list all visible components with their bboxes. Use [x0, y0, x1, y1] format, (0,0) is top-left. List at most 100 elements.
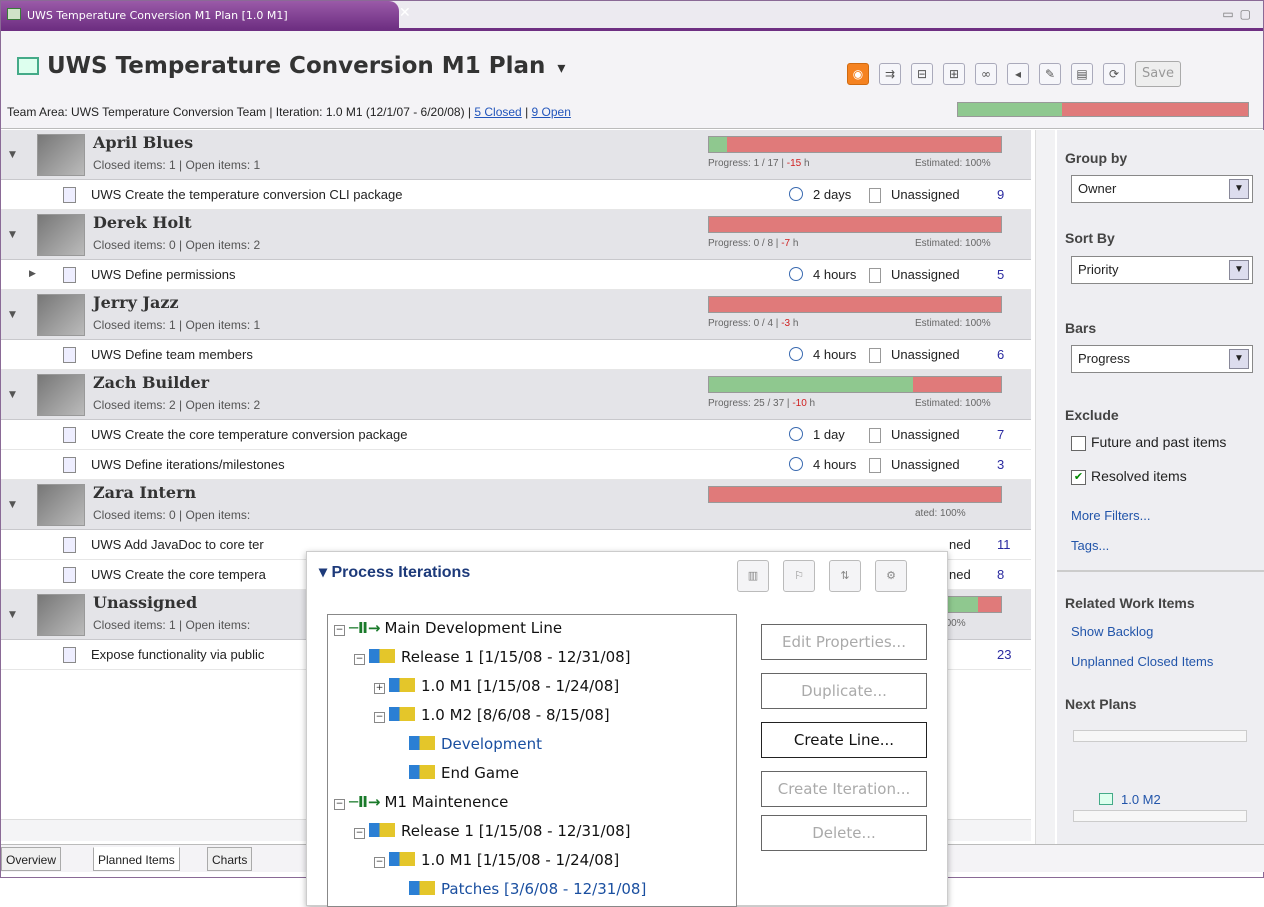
- collapse-triangle-icon[interactable]: ▼: [9, 230, 16, 240]
- work-item-summary[interactable]: Expose functionality via public: [91, 647, 264, 662]
- editor-tab[interactable]: UWS Temperature Conversion M1 Plan [1.0 …: [1, 1, 411, 29]
- new-workitem-icon[interactable]: ▤: [1071, 63, 1093, 85]
- owner-group-header[interactable]: ▼ April Blues Closed items: 1 | Open items…: [1, 130, 1031, 180]
- edit-properties-button[interactable]: Edit Properties...: [761, 624, 927, 660]
- assignee-checkbox[interactable]: [869, 428, 881, 443]
- view-mode-icon[interactable]: ∞: [975, 63, 997, 85]
- work-item-row[interactable]: UWS Create the temperature conversion CL…: [1, 180, 1031, 210]
- resolved-items-checkbox[interactable]: ✔: [1071, 470, 1086, 485]
- tree-toggle-icon[interactable]: −: [334, 625, 345, 636]
- settings-icon[interactable]: ⚙: [875, 560, 907, 592]
- tree-toggle-icon[interactable]: −: [334, 799, 345, 810]
- collapse-triangle-icon[interactable]: ▼: [9, 390, 16, 400]
- next-plans-scroll-down[interactable]: [1073, 810, 1247, 822]
- owner-group-header[interactable]: ▼ Derek Holt Closed items: 0 | Open items:…: [1, 210, 1031, 260]
- collapse-triangle-icon[interactable]: ▼: [9, 310, 16, 320]
- unplanned-closed-link[interactable]: Unplanned Closed Items: [1071, 654, 1213, 669]
- work-item-id[interactable]: 7: [997, 427, 1004, 442]
- collapse-triangle-icon[interactable]: ▼: [9, 150, 16, 160]
- work-item-id[interactable]: 6: [997, 347, 1004, 362]
- open-items-link[interactable]: 9 Open: [532, 105, 571, 119]
- tree-node-iteration[interactable]: +1.0 M1 [1/15/08 - 1/24/08]: [374, 677, 619, 695]
- delete-button[interactable]: Delete...: [761, 815, 927, 851]
- work-item-row[interactable]: UWS Define iterations/milestones 4 hours U…: [1, 450, 1031, 480]
- tree-node-iteration[interactable]: − 1.0 M1 [1/15/08 - 1/24/08]: [374, 851, 619, 869]
- tab-planned-items[interactable]: Planned Items: [93, 847, 180, 871]
- owner-group-header[interactable]: ▼ Jerry Jazz Closed items: 1 | Open items:…: [1, 290, 1031, 340]
- chevron-down-icon[interactable]: ▼: [1229, 349, 1249, 369]
- create-line-button[interactable]: Create Line...: [761, 722, 927, 758]
- iteration-type-icon[interactable]: ⚐: [783, 560, 815, 592]
- feed-icon[interactable]: ◉: [847, 63, 869, 85]
- next-plans-scroll-up[interactable]: [1073, 730, 1247, 742]
- tree-node-line[interactable]: − ─Ⅱ→ Main Development Line: [334, 619, 562, 637]
- tab-overview[interactable]: Overview: [1, 847, 62, 871]
- window-controls[interactable]: ▭▢: [1222, 7, 1257, 21]
- work-item-summary[interactable]: UWS Create the core tempera: [91, 567, 266, 582]
- collapse-triangle-icon[interactable]: ▾: [319, 564, 331, 581]
- sort-by-select[interactable]: Priority ▼: [1071, 256, 1253, 284]
- expand-icon[interactable]: ▶: [29, 268, 36, 279]
- show-backlog-link[interactable]: Show Backlog: [1071, 624, 1153, 639]
- work-item-summary[interactable]: UWS Add JavaDoc to core ter: [91, 537, 264, 552]
- more-filters-link[interactable]: More Filters...: [1071, 508, 1150, 523]
- owner-group-header[interactable]: ▼ Zara Intern Closed items: 0 | Open items…: [1, 480, 1031, 530]
- chevron-down-icon[interactable]: ▼: [1229, 179, 1249, 199]
- timeline-icon[interactable]: ▥: [737, 560, 769, 592]
- collapse-triangle-icon[interactable]: ▼: [9, 500, 16, 510]
- edit-icon[interactable]: ✎: [1039, 63, 1061, 85]
- work-item-id[interactable]: 23: [997, 647, 1011, 662]
- work-item-row[interactable]: ▶ UWS Define permissions 4 hours Unassigned…: [1, 260, 1031, 290]
- tree-toggle-icon[interactable]: −: [374, 712, 385, 723]
- vertical-scrollbar[interactable]: [1035, 130, 1055, 844]
- next-plan-link[interactable]: 1.0 M2: [1099, 792, 1161, 807]
- expand-all-icon[interactable]: ⊞: [943, 63, 965, 85]
- tree-toggle-icon[interactable]: −: [354, 654, 365, 665]
- tree-node-iteration[interactable]: − Release 1 [1/15/08 - 12/31/08]: [354, 648, 631, 666]
- close-icon[interactable]: ✕: [399, 5, 417, 25]
- work-item-summary[interactable]: UWS Create the core temperature conversi…: [91, 427, 408, 442]
- maximize-icon[interactable]: ▢: [1240, 7, 1257, 21]
- work-item-id[interactable]: 9: [997, 187, 1004, 202]
- assignee-checkbox[interactable]: [869, 268, 881, 283]
- collapse-triangle-icon[interactable]: ▼: [9, 610, 16, 620]
- chevron-down-icon[interactable]: ▼: [1229, 260, 1249, 280]
- tree-node-iteration[interactable]: Patches [3/6/08 - 12/31/08]: [394, 880, 646, 898]
- arrange-icon[interactable]: ⇉: [879, 63, 901, 85]
- work-item-summary[interactable]: UWS Define iterations/milestones: [91, 457, 285, 472]
- tree-node-iteration[interactable]: − 1.0 M2 [8/6/08 - 8/15/08]: [374, 706, 610, 724]
- work-item-id[interactable]: 5: [997, 267, 1004, 282]
- group-by-select[interactable]: Owner ▼: [1071, 175, 1253, 203]
- work-item-row[interactable]: UWS Define team members 4 hours Unassigned…: [1, 340, 1031, 370]
- work-item-summary[interactable]: UWS Define permissions: [91, 267, 236, 282]
- title-menu-icon[interactable]: ▾: [557, 58, 565, 77]
- duplicate-button[interactable]: Duplicate...: [761, 673, 927, 709]
- closed-items-link[interactable]: 5 Closed: [474, 105, 521, 119]
- minimize-icon[interactable]: ▭: [1222, 7, 1239, 21]
- tab-charts[interactable]: Charts: [207, 847, 253, 871]
- tree-node-iteration[interactable]: Development: [394, 735, 542, 753]
- owner-group-header[interactable]: ▼ Zach Builder Closed items: 2 | Open item…: [1, 370, 1031, 420]
- refresh-icon[interactable]: ⟳: [1103, 63, 1125, 85]
- toggle-details-icon[interactable]: ◂: [1007, 63, 1029, 85]
- work-item-id[interactable]: 3: [997, 457, 1004, 472]
- sort-icon[interactable]: ⇅: [829, 560, 861, 592]
- create-iteration-button[interactable]: Create Iteration...: [761, 771, 927, 807]
- process-iterations-title[interactable]: ▾ Process Iterations: [319, 562, 470, 582]
- tree-node-iteration[interactable]: End Game: [394, 764, 519, 782]
- tree-node-line[interactable]: − ─Ⅱ→ M1 Maintenence: [334, 793, 508, 811]
- work-item-id[interactable]: 11: [997, 537, 1011, 552]
- assignee-checkbox[interactable]: [869, 458, 881, 473]
- work-item-id[interactable]: 8: [997, 567, 1004, 582]
- bars-select[interactable]: Progress ▼: [1071, 345, 1253, 373]
- work-item-summary[interactable]: UWS Create the temperature conversion CL…: [91, 187, 402, 202]
- tree-toggle-icon[interactable]: −: [374, 857, 385, 868]
- tags-link[interactable]: Tags...: [1071, 538, 1109, 553]
- save-button[interactable]: Save: [1135, 61, 1181, 87]
- assignee-checkbox[interactable]: [869, 348, 881, 363]
- assignee-checkbox[interactable]: [869, 188, 881, 203]
- tree-toggle-icon[interactable]: +: [374, 683, 385, 694]
- tree-toggle-icon[interactable]: −: [354, 828, 365, 839]
- collapse-all-icon[interactable]: ⊟: [911, 63, 933, 85]
- work-item-summary[interactable]: UWS Define team members: [91, 347, 253, 362]
